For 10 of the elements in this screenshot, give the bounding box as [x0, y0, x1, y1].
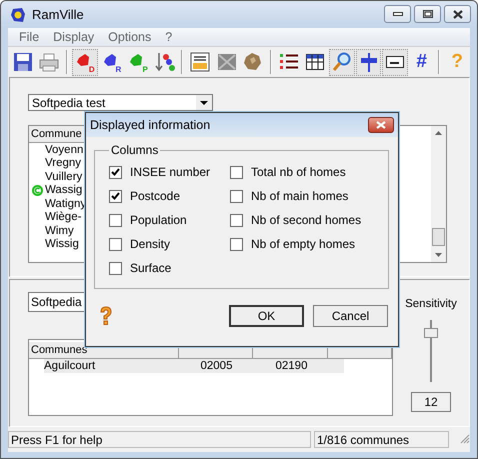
- status-count: 1/816 communes: [314, 430, 449, 448]
- window-title: RamVille: [32, 7, 85, 22]
- sensitivity-value: 12: [411, 392, 451, 412]
- group-label: Columns: [110, 143, 160, 157]
- table-cell-text: 02005: [200, 360, 234, 372]
- dialog-title: Displayed information: [90, 118, 210, 132]
- table-cell-text: 02190: [274, 360, 308, 372]
- sensitivity-label: Sensitivity: [405, 298, 457, 310]
- status-text: Press F1 for help: [8, 430, 311, 448]
- table-cell-text: Aguilcourt: [44, 360, 96, 372]
